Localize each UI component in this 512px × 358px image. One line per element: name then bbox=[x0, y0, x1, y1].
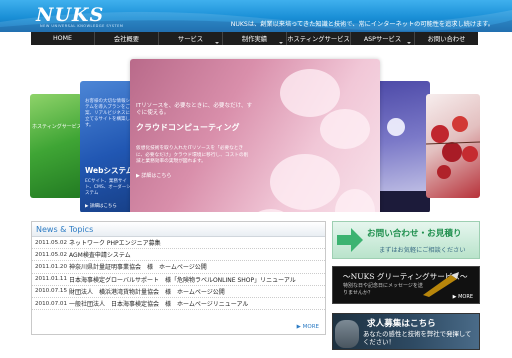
news-date: 2010.07.15 bbox=[35, 288, 68, 295]
panel-intro: お客様の大切な情報システムを導入プランをご提案、リアルビジネスに役立てるサイトを… bbox=[85, 99, 135, 128]
greeting-service-banner[interactable]: 〜NUKS グリーティングサービス〜 特別な日や記念日にメッセージを送りませんか… bbox=[332, 266, 480, 304]
blossom-shape bbox=[248, 209, 294, 212]
news-title[interactable]: 一般社団法人 日本海事検定協会 様 ホームページリニューアル bbox=[69, 299, 248, 308]
dropdown-arrow-icon bbox=[407, 42, 411, 44]
featured-title: クラウドコンピューティング bbox=[136, 123, 240, 132]
recruit-banner-title: 求人募集はこちら bbox=[367, 319, 436, 329]
news-heading: News & Topics bbox=[32, 222, 325, 237]
news-date: 2011.05.02 bbox=[35, 251, 68, 258]
carousel-panel-hosting[interactable]: ホスティングサービス bbox=[30, 94, 82, 198]
contact-banner[interactable]: お問い合わせ・お見積り まずはお気軽にご相談ください bbox=[332, 221, 480, 259]
carousel-panel-cloud[interactable]: ITリソースを、必要なときに、必要なだけ、すぐに使える。 クラウドコンピューティ… bbox=[130, 59, 380, 212]
news-item[interactable]: 2010.07.01 一般社団法人 日本海事検定協会 様 ホームページリニューア… bbox=[32, 298, 325, 311]
dropdown-arrow-icon bbox=[279, 42, 283, 44]
contact-banner-title: お問い合わせ・お見積り bbox=[367, 229, 462, 239]
nav-label: 会社概要 bbox=[113, 36, 140, 43]
news-item[interactable]: 2011.05.02 AGM検査申請システム bbox=[32, 249, 325, 262]
nav-item-asp[interactable]: ASPサービス bbox=[351, 32, 415, 45]
blossom-shape bbox=[320, 109, 370, 149]
news-title[interactable]: ネットワーク PHPエンジニア募集 bbox=[69, 238, 161, 247]
panel-title: ホスティングサービス bbox=[32, 124, 82, 130]
maple-leaves-image bbox=[426, 116, 480, 179]
featured-intro: ITリソースを、必要なときに、必要なだけ、すぐに使える。 bbox=[136, 103, 253, 116]
panel-desc: ECサイト、業務サイト、CMS、オーダーシステム bbox=[85, 179, 131, 196]
greeting-more-link[interactable]: ▶ MORE bbox=[453, 294, 473, 300]
nav-label: ホスティングサービス bbox=[287, 36, 350, 43]
nav-item-home[interactable]: HOME bbox=[31, 32, 95, 45]
nav-label: お問い合わせ bbox=[427, 36, 466, 43]
recruit-banner[interactable]: 求人募集はこちら あなたの感性と技術を弊社で発揮してください！ bbox=[332, 313, 480, 350]
nav-label: 制作実績 bbox=[241, 36, 268, 43]
featured-desc: 仮想化技術を取り入れたITリソースを「必要なときに、必要なだけ」クラウド環境に移… bbox=[136, 146, 249, 164]
nav-label: HOME bbox=[52, 35, 73, 42]
news-date: 2011.01.11 bbox=[35, 276, 68, 283]
news-date: 2011.05.02 bbox=[35, 239, 68, 246]
news-item[interactable]: 2011.01.11 日本海事検定グローバルサポート 様「危険物ラベルONLIN… bbox=[32, 274, 325, 286]
main-nav: HOME 会社概要 サービス 制作実績 ホスティングサービス ASPサービス お… bbox=[31, 32, 478, 45]
nav-item-services[interactable]: サービス bbox=[159, 32, 223, 45]
logo-subtitle: NEW UNIVERSAL KNOWLEDGE SYSTEM bbox=[40, 24, 124, 28]
site-logo[interactable]: NUKS bbox=[36, 4, 104, 26]
nav-item-company[interactable]: 会社概要 bbox=[95, 32, 159, 45]
recruit-banner-sub: あなたの感性と技術を弊社で発揮してください！ bbox=[363, 330, 472, 346]
night-scene-image bbox=[374, 118, 430, 212]
hero-carousel: ホスティングサービス お客様の大切な情報システムを導入プランをご提案、リアルビジ… bbox=[0, 45, 512, 212]
news-date: 2011.01.20 bbox=[35, 263, 68, 270]
carousel-panel-night[interactable] bbox=[374, 81, 430, 212]
news-item[interactable]: 2011.05.02 ネットワーク PHPエンジニア募集 bbox=[32, 237, 325, 250]
site-header: NUKS NEW UNIVERSAL KNOWLEDGE SYSTEM NUKS… bbox=[0, 0, 512, 32]
blossom-shape bbox=[280, 69, 340, 117]
dropdown-arrow-icon bbox=[215, 42, 219, 44]
header-tagline: NUKSは、創業以来培ってきた知識と技術で、常にインターネットの可能性を追求し続… bbox=[230, 21, 494, 28]
nav-item-contact[interactable]: お問い合わせ bbox=[415, 32, 478, 45]
nav-item-hosting[interactable]: ホスティングサービス bbox=[287, 32, 351, 45]
panel-more-link[interactable]: ▶ 詳細はこちら bbox=[85, 203, 117, 209]
news-title[interactable]: 財団法人 横浜港湾貨物計量協会 様 ホームページ公開 bbox=[69, 287, 225, 296]
nav-item-works[interactable]: 制作実績 bbox=[223, 32, 287, 45]
news-date: 2010.07.01 bbox=[35, 300, 68, 307]
news-title[interactable]: 神奈川県計量証明事業協会 様 ホームページ公開 bbox=[69, 262, 207, 271]
blossom-shape bbox=[270, 154, 340, 210]
nav-label: ASPサービス bbox=[363, 36, 402, 43]
news-title[interactable]: 日本海事検定グローバルサポート 様「危険物ラベルONLINE SHOP」リニュー… bbox=[69, 275, 296, 284]
news-title[interactable]: AGM検査申請システム bbox=[69, 250, 131, 259]
contact-banner-sub: まずはお気軽にご相談ください bbox=[379, 247, 466, 254]
greeting-banner-sub: 特別な日や記念日にメッセージを送りませんか？ bbox=[343, 283, 423, 296]
carousel-panel-autumn[interactable] bbox=[426, 94, 480, 198]
blossom-shape bbox=[335, 189, 375, 212]
nav-label: サービス bbox=[177, 36, 204, 43]
news-topics-box: News & Topics 2011.05.02 ネットワーク PHPエンジニア… bbox=[31, 221, 326, 335]
news-item[interactable]: 2010.07.15 財団法人 横浜港湾貨物計量協会 様 ホームページ公開 bbox=[32, 286, 325, 298]
news-item[interactable]: 2011.01.20 神奈川県計量証明事業協会 様 ホームページ公開 bbox=[32, 261, 325, 274]
person-photo bbox=[335, 320, 359, 348]
news-more-link[interactable]: ▶ MORE bbox=[297, 324, 319, 330]
panel-title: Webシステム bbox=[85, 166, 134, 175]
featured-more-link[interactable]: ▶ 詳細はこちら bbox=[136, 172, 171, 179]
arrow-right-icon bbox=[337, 228, 363, 252]
